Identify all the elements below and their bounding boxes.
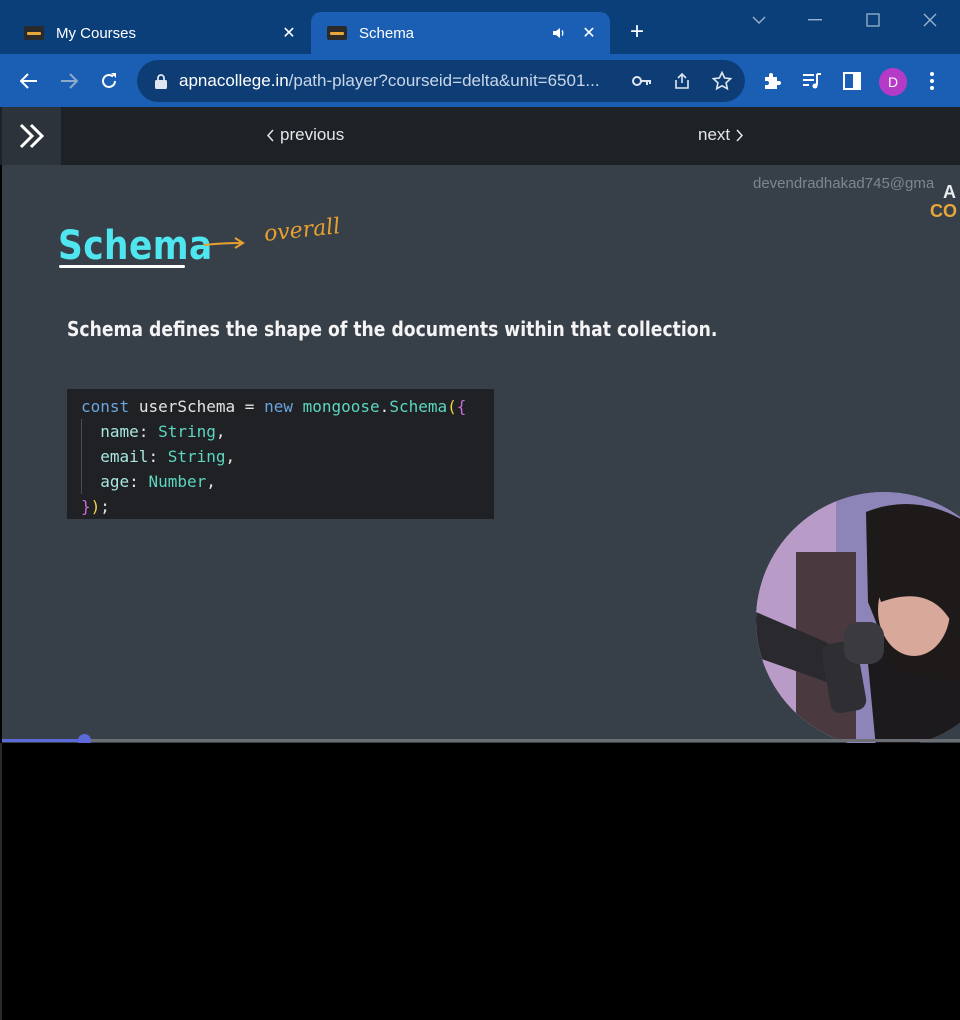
side-panel-icon[interactable] xyxy=(837,66,867,96)
chevron-right-icon xyxy=(736,128,744,142)
url-domain: apnacollege.in xyxy=(179,71,289,90)
bookmark-star-icon[interactable] xyxy=(711,70,733,92)
next-label: next xyxy=(698,125,731,144)
forward-arrow-icon[interactable] xyxy=(54,66,84,96)
apna-college-favicon-icon xyxy=(24,26,44,40)
tab-my-courses[interactable]: My Courses ✕ xyxy=(8,12,310,54)
apna-college-favicon-icon xyxy=(327,26,347,40)
menu-kebab-icon[interactable] xyxy=(917,66,947,96)
close-icon[interactable]: ✕ xyxy=(578,22,600,44)
sidebar-toggle-button[interactable] xyxy=(2,107,61,165)
previous-label: previous xyxy=(280,125,345,144)
tab-strip: My Courses ✕ Schema ✕ + xyxy=(0,0,960,54)
back-arrow-icon[interactable] xyxy=(14,66,44,96)
url-text[interactable]: apnacollege.in/path-player?courseid=delt… xyxy=(179,71,619,91)
handwritten-annotation: overall xyxy=(262,214,342,247)
previous-button[interactable]: previous xyxy=(266,125,344,145)
tab-title: Schema xyxy=(359,24,415,42)
speaker-icon[interactable] xyxy=(552,26,566,40)
address-bar[interactable]: apnacollege.in/path-player?courseid=delt… xyxy=(137,60,745,102)
close-icon[interactable]: ✕ xyxy=(278,22,300,44)
lock-icon[interactable] xyxy=(155,72,169,90)
player-letterbox xyxy=(0,743,960,1020)
tab-search-chevron-icon[interactable] xyxy=(744,8,774,32)
code-line: age: Number, xyxy=(100,472,216,491)
title-underline xyxy=(59,265,185,268)
left-border xyxy=(0,743,2,1020)
next-button[interactable]: next xyxy=(698,125,744,145)
progress-fill xyxy=(2,739,85,742)
profile-avatar[interactable]: D xyxy=(879,68,907,96)
code-line: }); xyxy=(81,497,110,516)
share-icon[interactable] xyxy=(671,70,693,92)
indent-guide xyxy=(81,419,82,494)
slide-title: Schema xyxy=(58,223,213,269)
key-icon[interactable] xyxy=(631,70,653,92)
apna-college-logo: A CO xyxy=(930,182,957,221)
code-line: email: String, xyxy=(100,447,236,466)
code-line: const userSchema = new mongoose.Schema({ xyxy=(81,397,467,416)
lesson-nav-bar: previous next xyxy=(0,107,960,165)
browser-toolbar: apnacollege.in/path-player?courseid=delt… xyxy=(0,54,960,107)
annotation-arrow-icon xyxy=(203,237,245,249)
tab-schema[interactable]: Schema ✕ xyxy=(311,12,610,54)
video-player[interactable]: devendradhakad745@gma A CO Schema overal… xyxy=(2,165,960,743)
code-line: name: String, xyxy=(100,422,226,441)
window-close-icon[interactable] xyxy=(915,8,945,32)
slide-description: Schema defines the shape of the document… xyxy=(67,317,718,341)
chevron-left-icon xyxy=(266,128,274,142)
minimize-icon[interactable] xyxy=(800,8,830,32)
media-queue-icon[interactable] xyxy=(797,66,827,96)
maximize-icon[interactable] xyxy=(858,8,888,32)
url-path: /path-player?courseid=delta&unit=6501... xyxy=(288,71,600,90)
code-block: const userSchema = new mongoose.Schema({… xyxy=(67,389,494,519)
reload-icon[interactable] xyxy=(94,66,124,96)
tab-title: My Courses xyxy=(56,24,137,42)
presenter-webcam xyxy=(756,492,960,743)
email-watermark: devendradhakad745@gma xyxy=(753,175,935,192)
extensions-puzzle-icon[interactable] xyxy=(757,66,787,96)
double-chevron-right-icon xyxy=(19,123,44,149)
progress-bar[interactable] xyxy=(2,734,960,743)
new-tab-plus-icon[interactable]: + xyxy=(624,20,650,46)
progress-handle[interactable] xyxy=(78,734,92,743)
